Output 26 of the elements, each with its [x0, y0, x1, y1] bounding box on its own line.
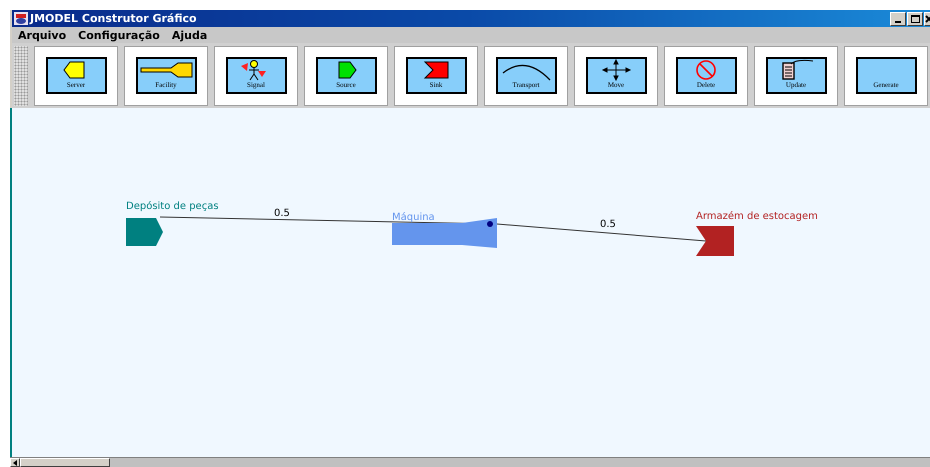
minimize-button[interactable] — [890, 12, 906, 26]
app-icon — [14, 12, 28, 25]
pentagon-icon — [62, 62, 84, 78]
maximize-icon — [910, 14, 920, 22]
edge-label: 0.5 — [274, 208, 290, 220]
move-icon — [602, 60, 630, 80]
flag-shape-icon — [423, 62, 448, 78]
document-icon — [782, 60, 813, 80]
stick-figure-icon — [240, 60, 266, 80]
edge-label: 0.5 — [600, 219, 616, 231]
delete-icon — [696, 60, 716, 80]
menu-item[interactable]: Ajuda — [172, 28, 208, 42]
node-label: Armazém de estocagem — [696, 211, 818, 223]
node-label: Depósito de peças — [126, 201, 219, 213]
horizontal-scrollbar[interactable] — [10, 457, 930, 467]
menu-item[interactable]: Configuração — [78, 28, 160, 42]
menu-item[interactable]: Arquivo — [18, 28, 66, 42]
maximize-button[interactable] — [907, 12, 923, 26]
window-title: JMODEL Construtor Gráfico — [30, 12, 198, 25]
node-label: Máquina — [392, 212, 435, 224]
arc-icon — [502, 64, 550, 80]
left-arrow-icon[interactable] — [12, 460, 18, 466]
arrow-shape-icon — [338, 62, 356, 78]
minimize-icon — [895, 20, 901, 22]
funnel-icon — [140, 62, 192, 78]
toolbar-grip[interactable] — [14, 46, 28, 106]
